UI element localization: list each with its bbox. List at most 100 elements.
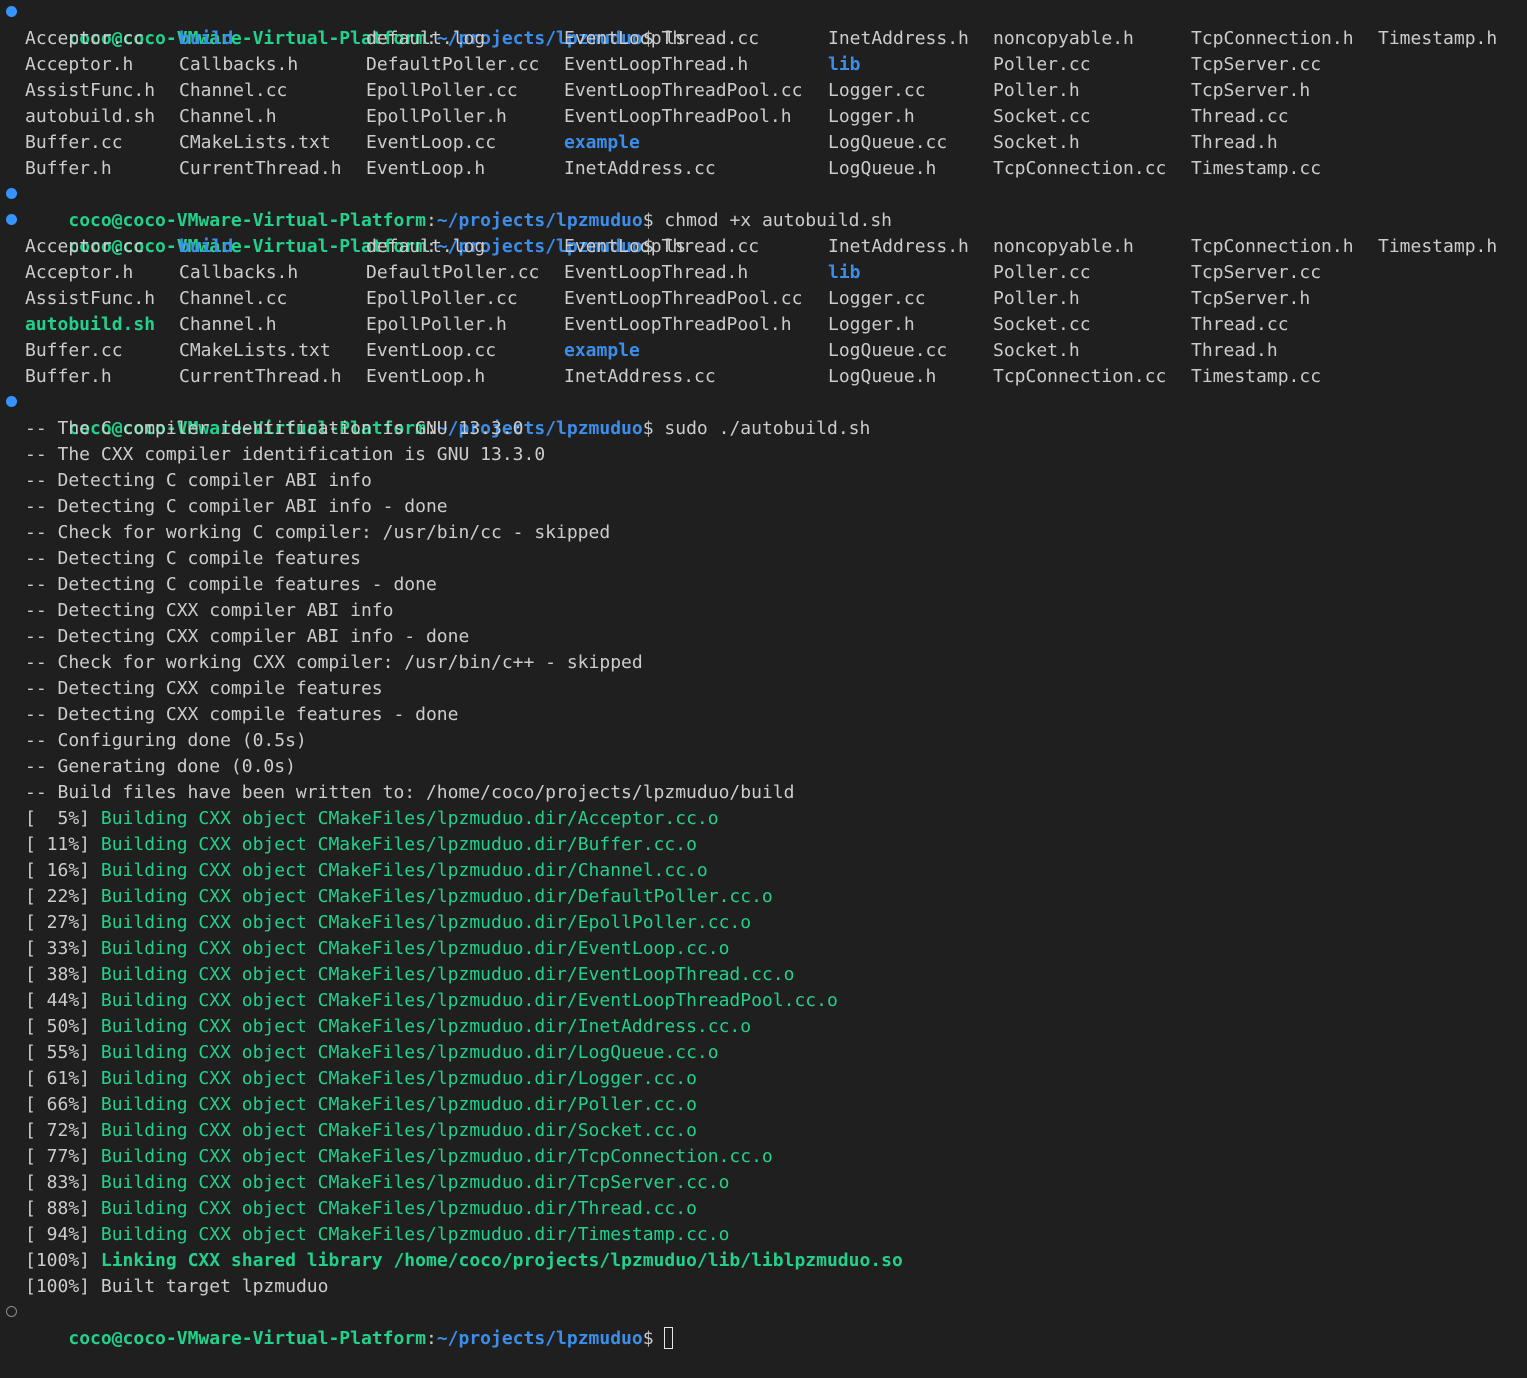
prompt-symbol: $	[642, 1328, 654, 1349]
progress-percent: [ 44%]	[25, 990, 91, 1011]
ls-entry-file: Timestamp.cc	[1191, 366, 1322, 387]
ls-entry-file: TcpConnection.h	[1191, 28, 1354, 49]
build-message: Building CXX object CMakeFiles/lpzmuduo.…	[100, 1094, 697, 1115]
ls-entry-file: Buffer.cc	[25, 132, 123, 153]
command-done-icon[interactable]	[6, 188, 17, 199]
ls-entry-file: noncopyable.h	[993, 28, 1134, 49]
ls-entry-file: Logger.cc	[828, 80, 926, 101]
ls-entry-file: Socket.cc	[993, 314, 1091, 335]
cmake-output-line: -- The C compiler identification is GNU …	[25, 418, 524, 439]
build-step-line: [ 66%] Building CXX object CMakeFiles/lp…	[0, 1092, 1527, 1118]
ls-entry-file: InetAddress.cc	[564, 366, 716, 387]
progress-percent: [ 22%]	[25, 886, 91, 907]
ls-row: autobuild.sh Channel.h EpollPoller.h EventL…	[0, 312, 1527, 338]
ls-entry-file: DefaultPoller.cc	[366, 262, 540, 283]
command-done-icon[interactable]	[6, 396, 17, 407]
cmake-output-line: -- Detecting CXX compiler ABI info	[25, 600, 394, 621]
ls-entry-file: Acceptor.h	[25, 262, 134, 283]
ls-entry-file: InetAddress.h	[828, 236, 969, 257]
build-message: Building CXX object CMakeFiles/lpzmuduo.…	[100, 990, 838, 1011]
build-step-line: [ 38%] Building CXX object CMakeFiles/lp…	[0, 962, 1527, 988]
prompt-colon: :	[425, 1328, 437, 1349]
cmake-output-line: -- Check for working C compiler: /usr/bi…	[25, 522, 611, 543]
ls-entry-file: Poller.cc	[993, 262, 1091, 283]
ls-entry-file: InetAddress.cc	[564, 158, 716, 179]
build-step-line: [ 55%] Building CXX object CMakeFiles/lp…	[0, 1040, 1527, 1066]
ls-entry-file: LogQueue.h	[828, 158, 937, 179]
build-step-line: [ 16%] Building CXX object CMakeFiles/lp…	[0, 858, 1527, 884]
build-message: Building CXX object CMakeFiles/lpzmuduo.…	[100, 964, 795, 985]
build-step-line: [ 5%] Building CXX object CMakeFiles/lpz…	[0, 806, 1527, 832]
build-step-line: [ 27%] Building CXX object CMakeFiles/lp…	[0, 910, 1527, 936]
cmake-output-line: -- Detecting CXX compiler ABI info - don…	[25, 626, 470, 647]
prompt-line-chmod: coco@coco-VMware-Virtual-Platform:~/proj…	[0, 182, 1527, 231]
ls-entry-file: Channel.cc	[179, 80, 288, 101]
ls-entry-file: TcpConnection.h	[1191, 236, 1354, 257]
command-done-icon[interactable]	[6, 214, 17, 225]
build-message: Building CXX object CMakeFiles/lpzmuduo.…	[100, 1172, 730, 1193]
ls-entry-file: Logger.h	[828, 314, 915, 335]
progress-percent: [ 38%]	[25, 964, 91, 985]
build-step-line: [ 61%] Building CXX object CMakeFiles/lp…	[0, 1066, 1527, 1092]
ls-entry-file: Logger.cc	[828, 288, 926, 309]
ls-entry-file: TcpConnection.cc	[993, 158, 1167, 179]
build-message: Building CXX object CMakeFiles/lpzmuduo.…	[100, 1198, 697, 1219]
progress-percent: [ 33%]	[25, 938, 91, 959]
text-cursor	[663, 1327, 673, 1349]
ls-entry-file: LogQueue.h	[828, 366, 937, 387]
ls-entry-directory: example	[564, 340, 640, 361]
build-step-line: [ 77%] Building CXX object CMakeFiles/lp…	[0, 1144, 1527, 1170]
ls-entry-file: Buffer.h	[25, 158, 112, 179]
ls-entry-file: Socket.h	[993, 340, 1080, 361]
prompt-user-host: coco@coco-VMware-Virtual-Platform	[68, 1328, 426, 1349]
build-step-line: [ 33%] Building CXX object CMakeFiles/lp…	[0, 936, 1527, 962]
ls-entry-file: Thread.h	[1191, 132, 1278, 153]
ls-entry-file: Acceptor.cc	[25, 28, 145, 49]
prompt-line-active: coco@coco-VMware-Virtual-Platform:~/proj…	[0, 1300, 1527, 1349]
ls-entry-file: EventLoopThread.h	[564, 262, 749, 283]
ls-row: AssistFunc.h Channel.cc EpollPoller.cc Even…	[0, 286, 1527, 312]
command-pending-icon[interactable]	[6, 1306, 17, 1317]
ls-entry-file: CMakeLists.txt	[179, 340, 331, 361]
build-message: Building CXX object CMakeFiles/lpzmuduo.…	[100, 1042, 719, 1063]
progress-percent: [ 66%]	[25, 1094, 91, 1115]
ls-entry-directory: lib	[828, 54, 861, 75]
ls-entry-file: TcpServer.h	[1191, 288, 1311, 309]
link-message: Linking CXX shared library /home/coco/pr…	[100, 1250, 903, 1271]
ls-entry-file: AssistFunc.h	[25, 288, 156, 309]
built-target-message: Built target lpzmuduo	[100, 1276, 329, 1297]
build-message: Building CXX object CMakeFiles/lpzmuduo.…	[100, 808, 719, 829]
progress-percent: [ 5%]	[25, 808, 91, 829]
build-output: [ 5%] Building CXX object CMakeFiles/lpz…	[0, 806, 1527, 1248]
ls-entry-file: Thread.cc	[1191, 314, 1289, 335]
ls-entry-file: TcpServer.cc	[1191, 262, 1322, 283]
ls-output-after: Acceptor.cc build default.log EventLoopThre…	[0, 234, 1527, 390]
ls-entry-file: TcpServer.h	[1191, 80, 1311, 101]
ls-entry-file: Socket.cc	[993, 106, 1091, 127]
cmake-output: -- The C compiler identification is GNU …	[0, 416, 1527, 806]
ls-entry-file: Callbacks.h	[179, 54, 299, 75]
ls-entry-file: EpollPoller.cc	[366, 80, 518, 101]
ls-entry-file: Poller.h	[993, 288, 1080, 309]
build-message: Building CXX object CMakeFiles/lpzmuduo.…	[100, 1146, 773, 1167]
build-message: Building CXX object CMakeFiles/lpzmuduo.…	[100, 912, 752, 933]
ls-entry-file: Channel.h	[179, 314, 277, 335]
terminal[interactable]: coco@coco-VMware-Virtual-Platform:~/proj…	[0, 0, 1527, 1349]
prompt-line-build: coco@coco-VMware-Virtual-Platform:~/proj…	[0, 390, 1527, 439]
ls-entry-file: EventLoop.h	[366, 158, 486, 179]
ls-entry-file: TcpConnection.cc	[993, 366, 1167, 387]
ls-output-before: Acceptor.cc build default.log EventLoopThre…	[0, 26, 1527, 182]
build-step-line: [ 11%] Building CXX object CMakeFiles/lp…	[0, 832, 1527, 858]
ls-entry-file: noncopyable.h	[993, 236, 1134, 257]
ls-entry-file: Buffer.cc	[25, 340, 123, 361]
ls-entry-directory: build	[179, 28, 234, 49]
ls-entry-file: Acceptor.h	[25, 54, 134, 75]
progress-percent: [100%]	[25, 1276, 91, 1297]
build-message: Building CXX object CMakeFiles/lpzmuduo.…	[100, 938, 730, 959]
progress-percent: [ 61%]	[25, 1068, 91, 1089]
ls-entry-file: EventLoop.cc	[366, 132, 497, 153]
ls-entry-file: EventLoopThreadPool.h	[564, 106, 792, 127]
ls-row: AssistFunc.h Channel.cc EpollPoller.cc Even…	[0, 78, 1527, 104]
command-done-icon[interactable]	[6, 6, 17, 17]
progress-percent: [ 72%]	[25, 1120, 91, 1141]
